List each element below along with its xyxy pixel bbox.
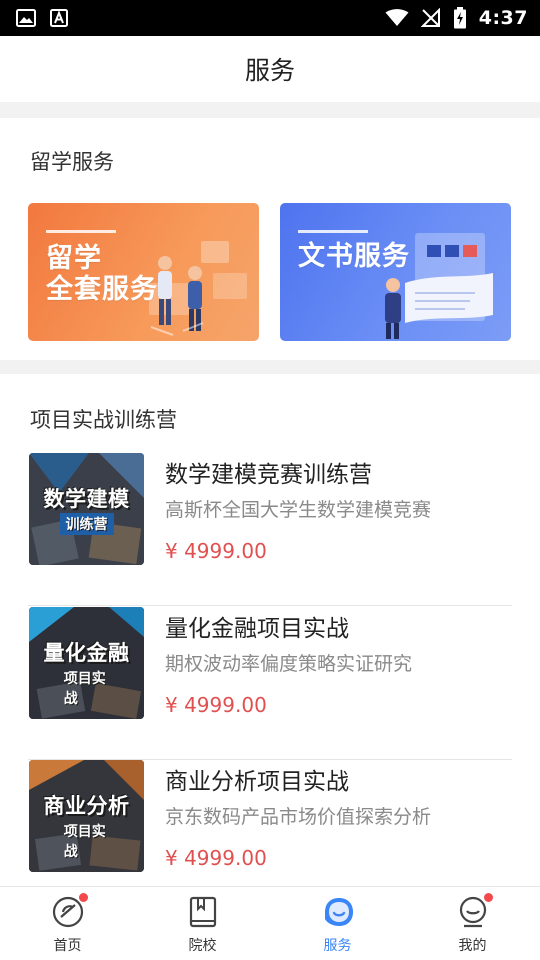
course-price: ¥ 4999.00 bbox=[165, 539, 267, 563]
profile-icon bbox=[456, 893, 493, 929]
course-name: 数学建模竞赛训练营 bbox=[165, 462, 372, 488]
status-time: 4:37 bbox=[478, 7, 528, 29]
nav-item-profile[interactable]: 我的 bbox=[405, 887, 540, 960]
list-item[interactable]: 量化金融 项目实战 量化金融项目实战 期权波动率偏度策略实证研究 ¥ 4999.… bbox=[0, 607, 540, 760]
signal-off-icon bbox=[420, 8, 441, 28]
course-name: 量化金融项目实战 bbox=[165, 616, 349, 642]
banner-decor-line bbox=[46, 230, 116, 233]
section-title: 留学服务 bbox=[30, 150, 114, 174]
banner-text: 留学 全套服务 bbox=[46, 243, 158, 305]
nav-label: 院校 bbox=[188, 938, 217, 954]
banner-line-1: 留学 bbox=[46, 243, 102, 274]
course-thumbnail: 量化金融 项目实战 bbox=[29, 607, 144, 719]
course-name: 商业分析项目实战 bbox=[165, 769, 349, 795]
full-service-banner[interactable]: 留学 全套服务 bbox=[28, 203, 259, 341]
font-icon bbox=[50, 9, 68, 27]
course-thumbnail: 数学建模 训练营 bbox=[29, 453, 144, 565]
thumbnail-title: 数学建模 bbox=[43, 487, 130, 511]
wifi-icon bbox=[385, 9, 409, 27]
notification-badge bbox=[483, 893, 493, 902]
divider bbox=[28, 605, 512, 606]
course-price: ¥ 4999.00 bbox=[165, 693, 267, 717]
banner-decor-line bbox=[298, 230, 368, 233]
service-icon bbox=[321, 895, 355, 929]
course-thumbnail: 商业分析 项目实战 bbox=[29, 760, 144, 872]
document-service-banner[interactable]: 文书服务 bbox=[280, 203, 511, 341]
thumbnail-subtitle: 项目实战 bbox=[63, 671, 106, 707]
list-item[interactable]: 商业分析 项目实战 商业分析项目实战 京东数码产品市场价值探索分析 ¥ 4999… bbox=[0, 760, 540, 886]
list-item[interactable]: 数学建模 训练营 数学建模竞赛训练营 高斯杯全国大学生数学建模竞赛 ¥ 4999… bbox=[0, 453, 540, 606]
image-icon bbox=[16, 9, 36, 27]
status-bar: 4:37 bbox=[0, 0, 540, 36]
course-description: 高斯杯全国大学生数学建模竞赛 bbox=[165, 499, 432, 521]
course-description: 期权波动率偏度策略实证研究 bbox=[165, 653, 413, 675]
nav-label: 服务 bbox=[323, 938, 352, 954]
nav-item-home[interactable]: 首页 bbox=[0, 887, 135, 960]
nav-item-schools[interactable]: 院校 bbox=[135, 887, 270, 960]
banner-line-2: 全套服务 bbox=[46, 274, 158, 305]
thumbnail-subtitle: 训练营 bbox=[59, 513, 114, 535]
documents-illustration bbox=[385, 233, 493, 339]
page-title: 服务 bbox=[244, 56, 295, 85]
notification-badge bbox=[78, 893, 88, 902]
battery-charging-icon bbox=[453, 7, 467, 29]
nav-label: 我的 bbox=[458, 938, 487, 954]
nav-item-service[interactable]: 服务 bbox=[270, 887, 405, 960]
book-icon bbox=[186, 895, 220, 929]
thumbnail-subtitle: 项目实战 bbox=[63, 824, 106, 860]
app-header: 服务 bbox=[0, 36, 540, 102]
bootcamp-section: 项目实战训练营 数学建模 训练营 数学建模竞赛训练营 高斯杯全国大学生数学建模竞… bbox=[0, 374, 540, 886]
nav-label: 首页 bbox=[53, 938, 82, 954]
study-abroad-section: 留学服务 留学 全套服务 文书服务 bbox=[0, 118, 540, 360]
thumbnail-title: 量化金融 bbox=[43, 641, 130, 665]
course-price: ¥ 4999.00 bbox=[165, 846, 267, 870]
home-icon bbox=[51, 893, 88, 929]
bottom-nav: 首页 院校 服务 我的 bbox=[0, 886, 540, 960]
course-description: 京东数码产品市场价值探索分析 bbox=[165, 806, 432, 828]
section-title: 项目实战训练营 bbox=[30, 408, 177, 432]
business-people-illustration bbox=[149, 241, 247, 336]
thumbnail-title: 商业分析 bbox=[43, 794, 130, 818]
